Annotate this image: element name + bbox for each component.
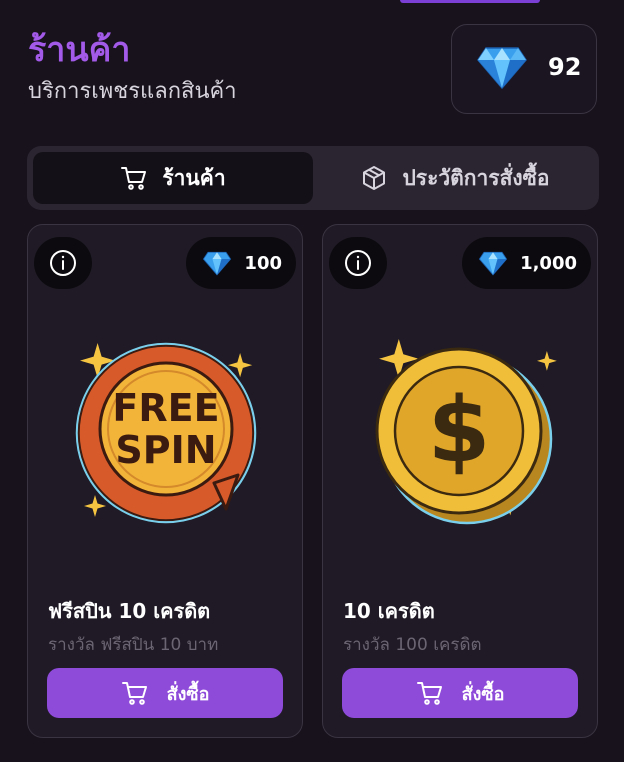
tab-order-history[interactable]: ประวัติการสั่งซื้อ (317, 152, 593, 204)
buy-button[interactable]: สั่งซื้อ (342, 668, 578, 718)
product-card-free-spin: 100 FREE SPIN ฟรีสปิน 10 เครดิต รางวัล ฟ… (27, 224, 303, 738)
tab-shop-label: ร้านค้า (162, 165, 226, 190)
diamond-icon (203, 251, 232, 276)
product-title: 10 เครดิต (343, 599, 435, 623)
product-description: รางวัล 100 เครดิต (343, 635, 482, 655)
free-spin-icon: FREE SPIN (75, 342, 257, 524)
tab-shop[interactable]: ร้านค้า (33, 152, 313, 204)
info-icon (50, 250, 76, 276)
diamond-balance-value: 92 (548, 53, 582, 81)
diamond-icon (478, 251, 508, 276)
page-header: ร้านค้า บริการเพชรแลกสินค้า (28, 30, 237, 106)
gold-coin-icon: $ (375, 339, 557, 525)
price-value: 1,000 (520, 252, 577, 274)
buy-button[interactable]: สั่งซื้อ (47, 668, 283, 718)
product-title: ฟรีสปิน 10 เครดิต (48, 599, 211, 623)
diamond-balance: 92 (451, 24, 597, 114)
product-card-credit: 1,000 $ 10 เครดิต รางวัล 100 เครดิต สั่ง… (322, 224, 598, 738)
price-badge: 100 (186, 237, 296, 289)
tab-order-history-label: ประวัติการสั่งซื้อ (402, 165, 550, 190)
cart-icon (121, 682, 147, 705)
cart-icon (121, 167, 147, 190)
free-spin-text-1: FREE (112, 386, 219, 430)
info-icon (345, 250, 371, 276)
cart-icon (416, 682, 442, 705)
info-button[interactable] (34, 237, 92, 289)
top-accent-bar (400, 0, 540, 3)
box-icon (363, 166, 386, 190)
price-badge: 1,000 (462, 237, 591, 289)
price-value: 100 (244, 252, 282, 274)
buy-button-label: สั่งซื้อ (166, 683, 210, 704)
diamond-icon (477, 47, 527, 90)
info-button[interactable] (329, 237, 387, 289)
page-subtitle: บริการเพชรแลกสินค้า (28, 79, 237, 104)
free-spin-text-2: SPIN (115, 428, 216, 472)
buy-button-label: สั่งซื้อ (461, 683, 505, 704)
product-description: รางวัล ฟรีสปิน 10 บาท (48, 635, 219, 655)
page-title: ร้านค้า (28, 30, 131, 70)
dollar-sign: $ (428, 378, 491, 483)
tab-bar: ร้านค้า ประวัติการสั่งซื้อ (27, 146, 599, 210)
